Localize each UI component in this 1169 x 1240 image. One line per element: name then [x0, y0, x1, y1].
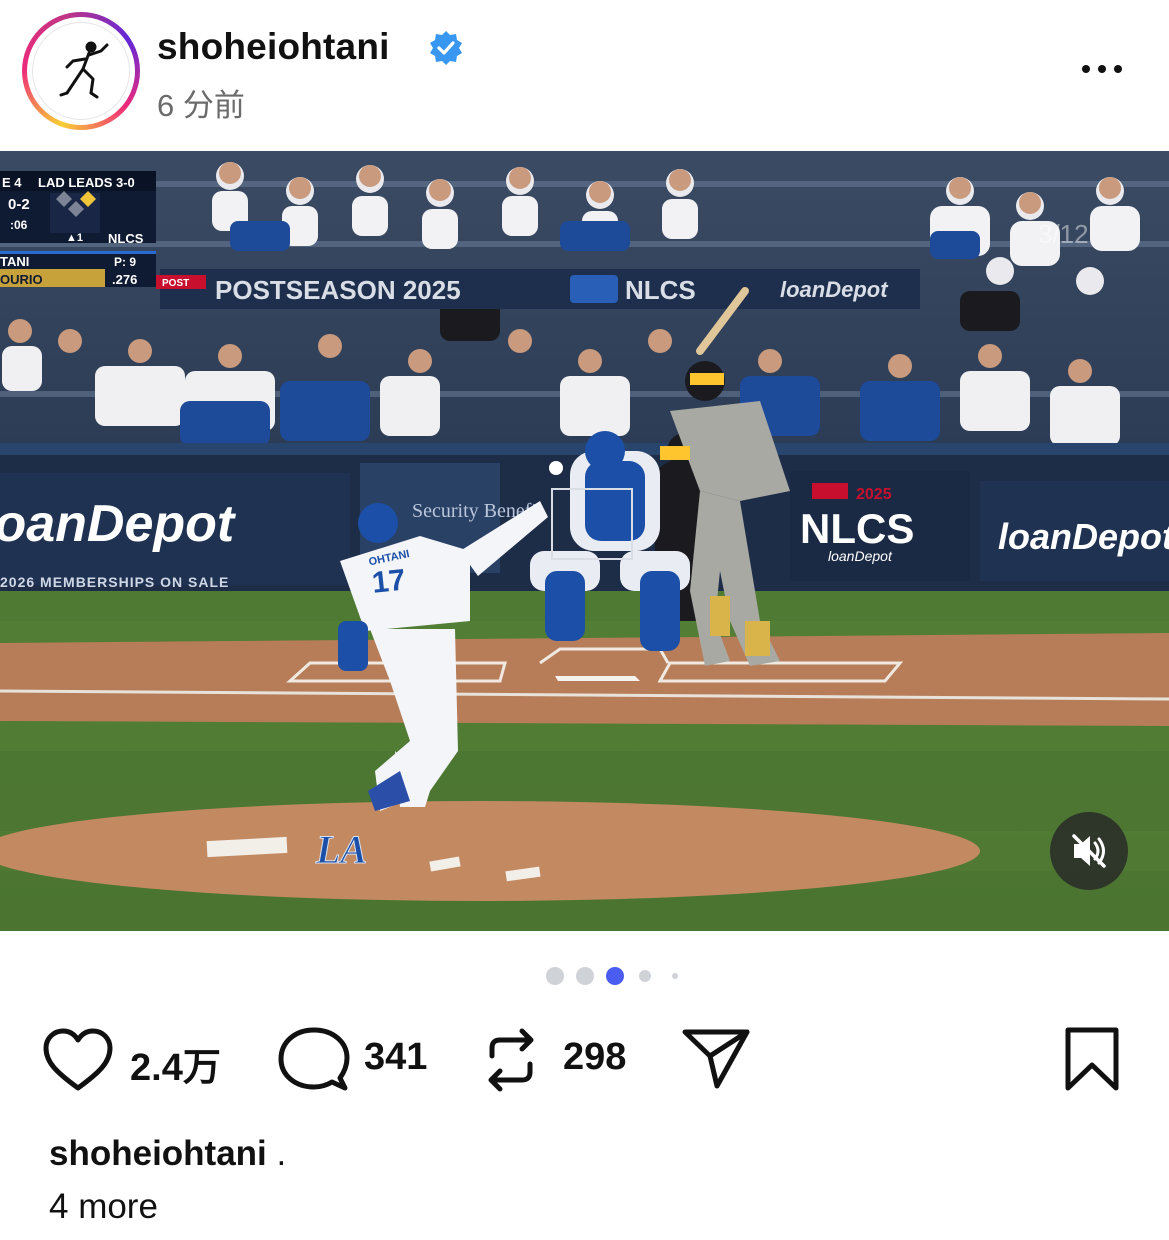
- scorebug-pitch-count: P: 9: [114, 255, 136, 269]
- repost-icon[interactable]: [480, 1026, 542, 1094]
- scorebug-inning: ▲1: [66, 232, 83, 244]
- scorebug-tag: POST: [162, 278, 189, 289]
- caption-text: .: [266, 1134, 287, 1173]
- carousel-dot[interactable]: [576, 967, 594, 985]
- scorebug-pitcher: TANI: [0, 254, 29, 269]
- send-icon[interactable]: [680, 1026, 752, 1090]
- wall-sponsor-left: loanDepot: [0, 495, 237, 553]
- baseball-broadcast-image: POSTSEASON 2025 NLCS loanDepot loanDepot…: [0, 151, 1169, 931]
- post-media[interactable]: POSTSEASON 2025 NLCS loanDepot loanDepot…: [0, 151, 1169, 931]
- repost-count[interactable]: 298: [563, 1036, 626, 1079]
- scorebug-network: NLCS: [108, 231, 144, 246]
- caption-more-link[interactable]: 4 more: [49, 1187, 158, 1227]
- carousel-dot[interactable]: [546, 967, 564, 985]
- post-header: shoheiohtani 6 分前: [0, 0, 1169, 150]
- wall-sponsor-sub: 2026 MEMBERSHIPS ON SALE: [0, 574, 229, 590]
- verified-badge-icon: [430, 31, 462, 65]
- scorebug-avg: .276: [112, 272, 137, 287]
- more-options-button[interactable]: [1078, 52, 1130, 86]
- bookmark-icon[interactable]: [1062, 1025, 1122, 1095]
- banner-sponsor-text: loanDepot: [780, 277, 889, 302]
- like-count[interactable]: 2.4万: [130, 1036, 221, 1091]
- story-ring[interactable]: [22, 12, 140, 130]
- scorebug-clock: :06: [10, 218, 28, 232]
- more-horizontal-icon: [1082, 65, 1090, 73]
- carousel-dot[interactable]: [672, 973, 678, 979]
- banner-nlcs-text: NLCS: [625, 275, 696, 305]
- caption: shoheiohtani .: [49, 1134, 286, 1174]
- avatar[interactable]: [32, 22, 130, 120]
- mound-la-logo: LA: [315, 827, 367, 872]
- wall-nlcs-text: NLCS: [800, 505, 914, 552]
- pitchers-mound: [0, 801, 980, 901]
- action-bar: 2.4万 341 298: [0, 1020, 1169, 1100]
- post-timestamp: 6 分前: [157, 88, 245, 123]
- scorebug-series: LAD LEADS 3-0: [38, 175, 135, 190]
- mute-button[interactable]: [1050, 812, 1128, 890]
- scorebug-game: E 4: [2, 175, 22, 190]
- caption-username[interactable]: shoheiohtani: [49, 1134, 267, 1173]
- scorebug-batter: OURIO: [0, 272, 43, 287]
- home-plate: [555, 676, 640, 681]
- heart-icon[interactable]: [42, 1028, 114, 1094]
- comment-icon[interactable]: [278, 1026, 350, 1094]
- media-counter: 3/12: [1038, 219, 1089, 249]
- pitcher-silhouette-icon: [59, 41, 109, 99]
- username[interactable]: shoheiohtani: [157, 26, 390, 68]
- jersey-number: 17: [370, 563, 407, 599]
- baseball: [549, 461, 563, 475]
- banner-postseason-text: POSTSEASON 2025: [215, 275, 461, 305]
- wall-nlcs-sub: loanDepot: [828, 548, 893, 564]
- carousel-dot-active[interactable]: [606, 967, 624, 985]
- scorebug-count: 0-2: [8, 196, 30, 213]
- comment-count[interactable]: 341: [364, 1036, 427, 1079]
- wall-sponsor-right: loanDepot: [998, 516, 1169, 557]
- speaker-muted-icon: [1072, 834, 1106, 868]
- wall-nlcs-year: 2025: [856, 486, 892, 503]
- carousel-dot[interactable]: [639, 970, 651, 982]
